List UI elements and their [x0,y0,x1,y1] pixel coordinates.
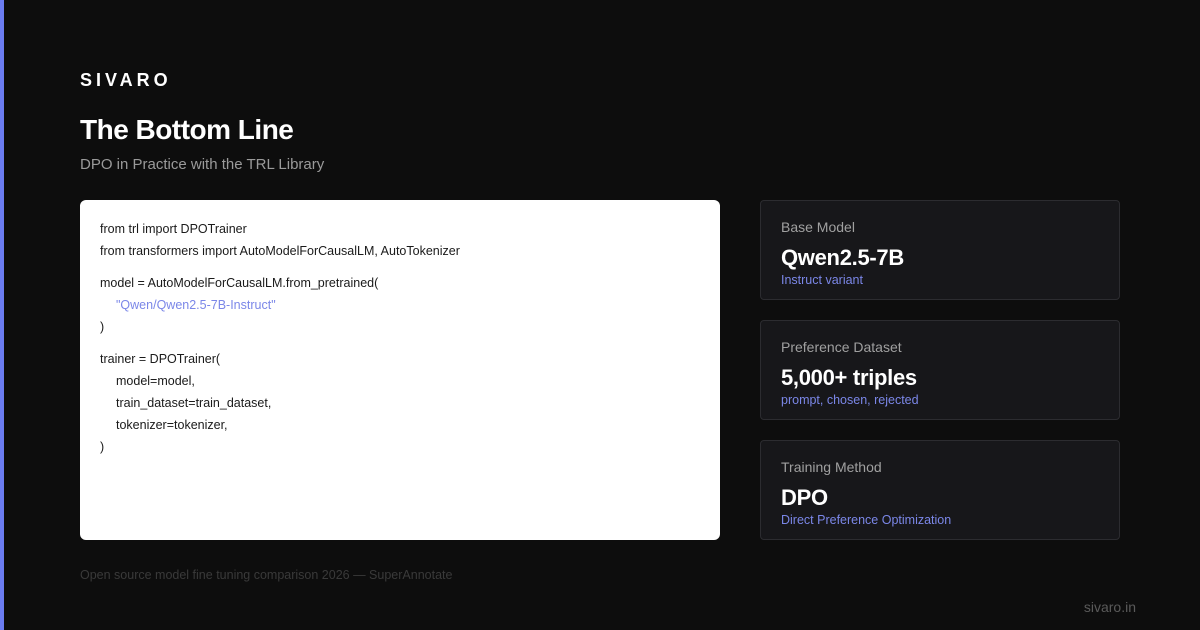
slide: SIVARO The Bottom Line DPO in Practice w… [0,0,1200,630]
code-block: from trl import DPOTrainer from transform… [100,218,700,262]
card-label: Base Model [781,219,855,235]
card-value: Qwen2.5-7B [781,245,904,270]
card-value: DPO [781,485,828,510]
card-note: Direct Preference Optimization [781,513,952,527]
brand-logo: SIVARO [80,70,172,90]
code-block: trainer = DPOTrainer( model=model, train_d… [100,348,700,458]
code-line: from transformers import AutoModelForCau… [100,244,460,258]
code-line: model = AutoModelForCausalLM.from_pretra… [100,276,379,290]
code-panel: from trl import DPOTrainer from transform… [80,200,720,540]
code-block: model = AutoModelForCausalLM.from_pretra… [100,272,700,338]
source-footnote: Open source model fine tuning comparison… [80,568,453,582]
card-base-model: Base Model Qwen2.5-7B Instruct variant [760,200,1120,300]
accent-bar [0,0,4,630]
code-line: ) [100,440,105,454]
code-line: ) [100,320,105,334]
card-note: Instruct variant [781,273,863,287]
code-line: tokenizer=tokenizer, [116,418,228,432]
code-line: "Qwen/Qwen2.5-7B-Instruct" [116,298,276,312]
code-line: from trl import DPOTrainer [100,222,247,236]
site-url: sivaro.in [1083,599,1136,615]
card-training-method: Training Method DPO Direct Preference Op… [760,440,1120,540]
code-line: model=model, [116,374,195,388]
card-value: 5,000+ triples [781,365,917,390]
card-note: prompt, chosen, rejected [781,393,919,407]
info-cards: Base Model Qwen2.5-7B Instruct variant P… [760,200,1120,560]
card-preference-dataset: Preference Dataset 5,000+ triples prompt… [760,320,1120,420]
card-label: Training Method [781,459,882,475]
card-label: Preference Dataset [781,339,902,355]
page-title: The Bottom Line [80,114,294,145]
code-line: trainer = DPOTrainer( [100,352,221,366]
page-subtitle: DPO in Practice with the TRL Library [80,156,325,173]
code-line: train_dataset=train_dataset, [116,396,272,410]
